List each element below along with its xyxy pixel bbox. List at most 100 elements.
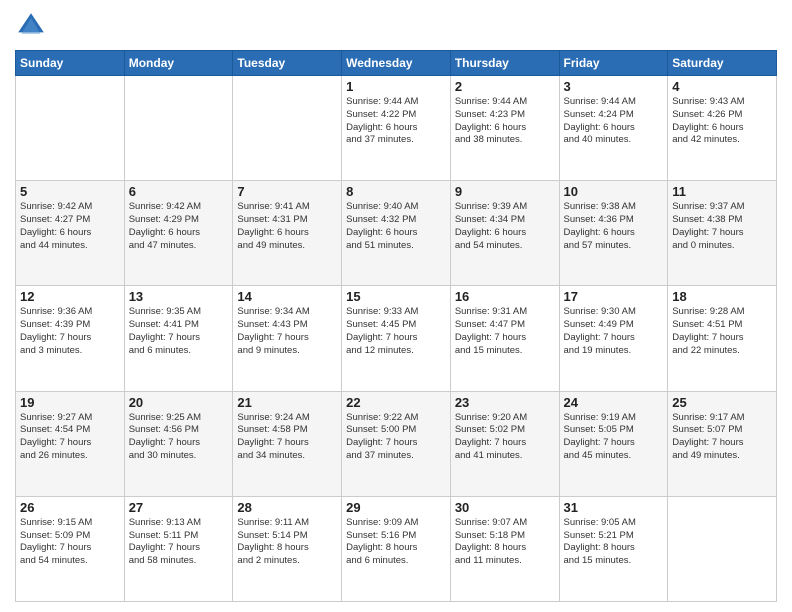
calendar-cell: 13 Sunrise: 9:35 AM Sunset: 4:41 PM Dayli… xyxy=(124,286,233,391)
calendar-cell: 11 Sunrise: 9:37 AM Sunset: 4:38 PM Dayli… xyxy=(668,181,777,286)
day-info: Sunrise: 9:37 AM Sunset: 4:38 PM Dayligh… xyxy=(672,201,772,252)
day-number: 17 xyxy=(564,289,664,304)
day-info: Sunrise: 9:28 AM Sunset: 4:51 PM Dayligh… xyxy=(672,306,772,357)
calendar-cell: 25 Sunrise: 9:17 AM Sunset: 5:07 PM Dayli… xyxy=(668,391,777,496)
calendar-cell: 28Sunrise: 9:11 AM Sunset: 5:14 PM Dayli… xyxy=(233,496,342,601)
weekday-header-row: SundayMondayTuesdayWednesdayThursdayFrid… xyxy=(16,51,777,76)
day-number: 13 xyxy=(129,289,229,304)
calendar-cell: 10 Sunrise: 9:38 AM Sunset: 4:36 PM Dayli… xyxy=(559,181,668,286)
day-number: 11 xyxy=(672,184,772,199)
calendar-table: SundayMondayTuesdayWednesdayThursdayFrid… xyxy=(15,50,777,602)
week-row-2: 5 Sunrise: 9:42 AM Sunset: 4:27 PM Daylig… xyxy=(16,181,777,286)
day-number: 21 xyxy=(237,395,337,410)
day-number: 25 xyxy=(672,395,772,410)
page: SundayMondayTuesdayWednesdayThursdayFrid… xyxy=(0,0,792,612)
day-info: Sunrise: 9:20 AM Sunset: 5:02 PM Dayligh… xyxy=(455,412,555,463)
calendar-cell: 31Sunrise: 9:05 AM Sunset: 5:21 PM Dayli… xyxy=(559,496,668,601)
day-number: 19 xyxy=(20,395,120,410)
day-number: 3 xyxy=(564,79,664,94)
day-number: 20 xyxy=(129,395,229,410)
calendar-cell xyxy=(124,76,233,181)
day-info: Sunrise: 9:41 AM Sunset: 4:31 PM Dayligh… xyxy=(237,201,337,252)
day-number: 8 xyxy=(346,184,446,199)
calendar-cell: 29 Sunrise: 9:09 AM Sunset: 5:16 PM Dayli… xyxy=(342,496,451,601)
day-number: 18 xyxy=(672,289,772,304)
logo-icon xyxy=(15,10,47,42)
calendar-cell: 24Sunrise: 9:19 AM Sunset: 5:05 PM Dayli… xyxy=(559,391,668,496)
day-info: Sunrise: 9:13 AM Sunset: 5:11 PM Dayligh… xyxy=(129,517,229,568)
calendar-cell: 4 Sunrise: 9:43 AM Sunset: 4:26 PM Daylig… xyxy=(668,76,777,181)
day-number: 4 xyxy=(672,79,772,94)
day-number: 29 xyxy=(346,500,446,515)
day-info: Sunrise: 9:43 AM Sunset: 4:26 PM Dayligh… xyxy=(672,96,772,147)
calendar-cell: 9 Sunrise: 9:39 AM Sunset: 4:34 PM Daylig… xyxy=(450,181,559,286)
weekday-header-thursday: Thursday xyxy=(450,51,559,76)
calendar-cell xyxy=(668,496,777,601)
day-info: Sunrise: 9:31 AM Sunset: 4:47 PM Dayligh… xyxy=(455,306,555,357)
day-number: 30 xyxy=(455,500,555,515)
day-info: Sunrise: 9:07 AM Sunset: 5:18 PM Dayligh… xyxy=(455,517,555,568)
day-number: 23 xyxy=(455,395,555,410)
day-info: Sunrise: 9:30 AM Sunset: 4:49 PM Dayligh… xyxy=(564,306,664,357)
week-row-5: 26 Sunrise: 9:15 AM Sunset: 5:09 PM Dayli… xyxy=(16,496,777,601)
weekday-header-saturday: Saturday xyxy=(668,51,777,76)
calendar-cell: 21 Sunrise: 9:24 AM Sunset: 4:58 PM Dayli… xyxy=(233,391,342,496)
day-info: Sunrise: 9:33 AM Sunset: 4:45 PM Dayligh… xyxy=(346,306,446,357)
calendar-cell: 7 Sunrise: 9:41 AM Sunset: 4:31 PM Daylig… xyxy=(233,181,342,286)
calendar-cell: 3Sunrise: 9:44 AM Sunset: 4:24 PM Daylig… xyxy=(559,76,668,181)
calendar-cell: 26 Sunrise: 9:15 AM Sunset: 5:09 PM Dayli… xyxy=(16,496,125,601)
day-info: Sunrise: 9:39 AM Sunset: 4:34 PM Dayligh… xyxy=(455,201,555,252)
day-number: 26 xyxy=(20,500,120,515)
day-number: 2 xyxy=(455,79,555,94)
calendar-cell: 5 Sunrise: 9:42 AM Sunset: 4:27 PM Daylig… xyxy=(16,181,125,286)
weekday-header-tuesday: Tuesday xyxy=(233,51,342,76)
day-number: 15 xyxy=(346,289,446,304)
day-info: Sunrise: 9:09 AM Sunset: 5:16 PM Dayligh… xyxy=(346,517,446,568)
day-info: Sunrise: 9:11 AM Sunset: 5:14 PM Dayligh… xyxy=(237,517,337,568)
day-info: Sunrise: 9:44 AM Sunset: 4:22 PM Dayligh… xyxy=(346,96,446,147)
day-info: Sunrise: 9:42 AM Sunset: 4:29 PM Dayligh… xyxy=(129,201,229,252)
day-info: Sunrise: 9:27 AM Sunset: 4:54 PM Dayligh… xyxy=(20,412,120,463)
day-info: Sunrise: 9:36 AM Sunset: 4:39 PM Dayligh… xyxy=(20,306,120,357)
day-number: 22 xyxy=(346,395,446,410)
day-number: 14 xyxy=(237,289,337,304)
calendar-cell: 6 Sunrise: 9:42 AM Sunset: 4:29 PM Daylig… xyxy=(124,181,233,286)
day-number: 5 xyxy=(20,184,120,199)
calendar-cell: 23 Sunrise: 9:20 AM Sunset: 5:02 PM Dayli… xyxy=(450,391,559,496)
day-number: 6 xyxy=(129,184,229,199)
calendar-cell: 14 Sunrise: 9:34 AM Sunset: 4:43 PM Dayli… xyxy=(233,286,342,391)
day-number: 9 xyxy=(455,184,555,199)
header xyxy=(15,10,777,42)
day-info: Sunrise: 9:42 AM Sunset: 4:27 PM Dayligh… xyxy=(20,201,120,252)
calendar-cell: 27Sunrise: 9:13 AM Sunset: 5:11 PM Dayli… xyxy=(124,496,233,601)
day-number: 1 xyxy=(346,79,446,94)
day-info: Sunrise: 9:15 AM Sunset: 5:09 PM Dayligh… xyxy=(20,517,120,568)
calendar-cell: 8Sunrise: 9:40 AM Sunset: 4:32 PM Daylig… xyxy=(342,181,451,286)
day-info: Sunrise: 9:35 AM Sunset: 4:41 PM Dayligh… xyxy=(129,306,229,357)
weekday-header-monday: Monday xyxy=(124,51,233,76)
calendar-cell xyxy=(233,76,342,181)
week-row-4: 19 Sunrise: 9:27 AM Sunset: 4:54 PM Dayli… xyxy=(16,391,777,496)
day-info: Sunrise: 9:17 AM Sunset: 5:07 PM Dayligh… xyxy=(672,412,772,463)
week-row-3: 12Sunrise: 9:36 AM Sunset: 4:39 PM Dayli… xyxy=(16,286,777,391)
day-info: Sunrise: 9:22 AM Sunset: 5:00 PM Dayligh… xyxy=(346,412,446,463)
calendar-cell: 15 Sunrise: 9:33 AM Sunset: 4:45 PM Dayli… xyxy=(342,286,451,391)
calendar-cell: 1 Sunrise: 9:44 AM Sunset: 4:22 PM Daylig… xyxy=(342,76,451,181)
calendar-cell: 12Sunrise: 9:36 AM Sunset: 4:39 PM Dayli… xyxy=(16,286,125,391)
day-number: 7 xyxy=(237,184,337,199)
calendar-cell: 19 Sunrise: 9:27 AM Sunset: 4:54 PM Dayli… xyxy=(16,391,125,496)
calendar-cell: 22 Sunrise: 9:22 AM Sunset: 5:00 PM Dayli… xyxy=(342,391,451,496)
day-number: 10 xyxy=(564,184,664,199)
day-info: Sunrise: 9:38 AM Sunset: 4:36 PM Dayligh… xyxy=(564,201,664,252)
weekday-header-sunday: Sunday xyxy=(16,51,125,76)
day-number: 31 xyxy=(564,500,664,515)
calendar-cell: 30 Sunrise: 9:07 AM Sunset: 5:18 PM Dayli… xyxy=(450,496,559,601)
weekday-header-friday: Friday xyxy=(559,51,668,76)
calendar-cell: 17 Sunrise: 9:30 AM Sunset: 4:49 PM Dayli… xyxy=(559,286,668,391)
weekday-header-wednesday: Wednesday xyxy=(342,51,451,76)
day-info: Sunrise: 9:34 AM Sunset: 4:43 PM Dayligh… xyxy=(237,306,337,357)
calendar-cell: 20 Sunrise: 9:25 AM Sunset: 4:56 PM Dayli… xyxy=(124,391,233,496)
week-row-1: 1 Sunrise: 9:44 AM Sunset: 4:22 PM Daylig… xyxy=(16,76,777,181)
day-info: Sunrise: 9:24 AM Sunset: 4:58 PM Dayligh… xyxy=(237,412,337,463)
day-info: Sunrise: 9:25 AM Sunset: 4:56 PM Dayligh… xyxy=(129,412,229,463)
